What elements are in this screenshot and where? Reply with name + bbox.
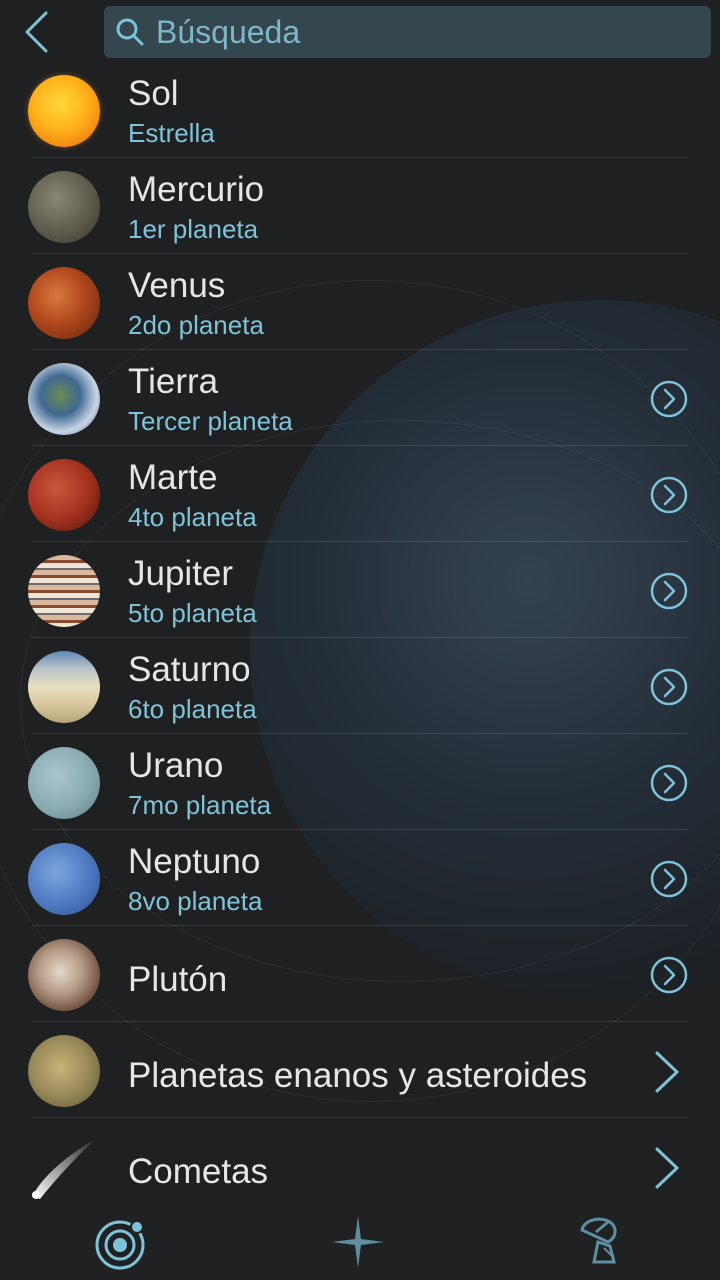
list-item-neptuno[interactable]: Neptuno 8vo planeta <box>0 830 720 926</box>
list-item-title: Tierra <box>128 362 219 401</box>
list-item-subtitle: 4to planeta <box>128 502 257 532</box>
neptune-thumbnail <box>28 843 100 915</box>
tab-spacecraft[interactable] <box>570 1212 630 1272</box>
chevron-left-icon <box>25 11 48 53</box>
earth-thumbnail <box>28 363 100 435</box>
tab-solar-system[interactable] <box>90 1212 150 1272</box>
dwarf-planet-thumbnail <box>28 1035 100 1107</box>
list-item-saturno[interactable]: Saturno 6to planeta <box>0 638 720 734</box>
saturn-thumbnail <box>28 651 100 723</box>
top-bar <box>0 0 720 66</box>
list-item-title: Urano <box>128 746 224 785</box>
list-item-subtitle: Tercer planeta <box>128 406 293 436</box>
circle-chevron-right-icon <box>650 380 688 418</box>
list-item-venus[interactable]: Venus 2do planeta <box>0 254 720 350</box>
list-item-subtitle: 7mo planeta <box>128 790 272 820</box>
list-item-title: Sol <box>128 74 179 113</box>
list-item-title: Neptuno <box>128 842 261 881</box>
pluto-thumbnail <box>28 939 100 1011</box>
circle-chevron-right-icon <box>650 572 688 610</box>
list-item-title: Mercurio <box>128 170 265 209</box>
list-item-marte[interactable]: Marte 4to planeta <box>0 446 720 542</box>
circle-chevron-right-icon <box>650 476 688 514</box>
chevron-right-icon <box>655 1147 679 1189</box>
list-item-subtitle: 5to planeta <box>128 598 257 628</box>
list-item-title: Jupiter <box>128 554 234 593</box>
chevron-right-icon <box>655 1051 679 1093</box>
circle-chevron-right-icon <box>650 668 688 706</box>
list-item-subtitle: 2do planeta <box>128 310 264 340</box>
tab-stars[interactable] <box>328 1212 388 1272</box>
detail-button[interactable] <box>650 860 688 898</box>
back-button[interactable] <box>14 8 58 56</box>
list-item-title: Planetas enanos y asteroides <box>128 1056 588 1095</box>
jupiter-thumbnail <box>28 555 100 627</box>
mars-thumbnail <box>28 459 100 531</box>
app-root: Sol Estrella Mercurio 1er planeta Venus … <box>0 0 720 1280</box>
object-list: Sol Estrella Mercurio 1er planeta Venus … <box>0 62 720 1200</box>
list-item-title: Marte <box>128 458 218 497</box>
detail-button[interactable] <box>650 956 688 994</box>
circle-chevron-right-icon <box>650 764 688 802</box>
detail-button[interactable] <box>650 668 688 706</box>
detail-button[interactable] <box>650 572 688 610</box>
detail-button[interactable] <box>650 380 688 418</box>
mercury-thumbnail <box>28 171 100 243</box>
list-item-subtitle: 8vo planeta <box>128 886 263 916</box>
sun-thumbnail <box>28 75 100 147</box>
list-item-jupiter[interactable]: Jupiter 5to planeta <box>0 542 720 638</box>
bottom-tab-bar <box>0 1200 720 1280</box>
list-item-tierra[interactable]: Tierra Tercer planeta <box>0 350 720 446</box>
detail-button[interactable] <box>650 476 688 514</box>
search-icon <box>114 16 146 48</box>
search-box[interactable] <box>104 6 711 58</box>
list-item-title: Cometas <box>128 1152 269 1191</box>
uranus-thumbnail <box>28 747 100 819</box>
comet-thumbnail <box>32 1137 98 1199</box>
list-item-title: Plutón <box>128 960 228 999</box>
circle-chevron-right-icon <box>650 860 688 898</box>
list-item-pluton[interactable]: Plutón <box>0 926 720 1022</box>
detail-button[interactable] <box>650 764 688 802</box>
list-item-subtitle: 1er planeta <box>128 214 259 244</box>
list-item-title: Venus <box>128 266 226 305</box>
star-icon <box>332 1216 384 1268</box>
satellite-dish-icon <box>580 1217 617 1264</box>
list-item-subtitle: 6to planeta <box>128 694 257 724</box>
list-item-cometas[interactable]: Cometas <box>0 1118 720 1200</box>
search-input[interactable] <box>156 13 676 51</box>
list-item-urano[interactable]: Urano 7mo planeta <box>0 734 720 830</box>
list-item-sol[interactable]: Sol Estrella <box>0 62 720 158</box>
venus-thumbnail <box>28 267 100 339</box>
list-item-title: Saturno <box>128 650 251 689</box>
solar-system-icon <box>95 1220 145 1270</box>
list-item-mercurio[interactable]: Mercurio 1er planeta <box>0 158 720 254</box>
list-item-enanos[interactable]: Planetas enanos y asteroides <box>0 1022 720 1118</box>
list-item-subtitle: Estrella <box>128 118 215 148</box>
circle-chevron-right-icon <box>650 956 688 994</box>
